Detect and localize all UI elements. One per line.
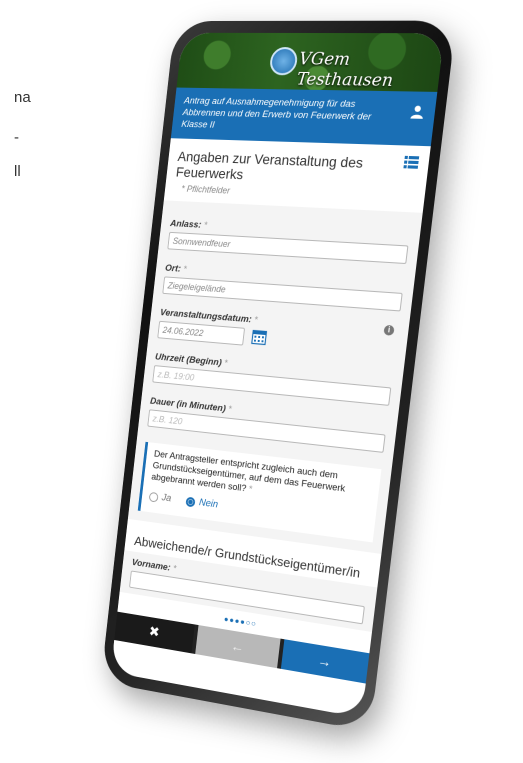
required-marker: * xyxy=(228,404,233,415)
radio-dot xyxy=(186,496,196,507)
radio-label: Ja xyxy=(161,492,172,504)
event-form: Anlass: * Sonnwendfeuer Ort: * Ziegeleig… xyxy=(128,200,423,553)
phone-frame: VGem Testhausen Antrag auf Ausnahmegeneh… xyxy=(101,21,457,732)
arrow-left-icon: ← xyxy=(230,637,245,655)
close-icon: ✖ xyxy=(148,623,160,641)
radio-nein[interactable]: Nein xyxy=(186,496,219,511)
required-marker: * xyxy=(172,563,177,574)
list-icon[interactable] xyxy=(403,156,419,169)
required-marker: * xyxy=(203,220,208,231)
field-datum: Veranstaltungsdatum: * i 24.06.2022 xyxy=(157,307,398,358)
background-text-line: ll xyxy=(14,160,21,183)
required-marker: * xyxy=(183,264,188,275)
municipality-logo-icon xyxy=(269,47,299,75)
background-text-line: - xyxy=(14,126,19,149)
calendar-icon[interactable] xyxy=(251,328,268,345)
radio-dot xyxy=(149,491,159,502)
phone-mockup: VGem Testhausen Antrag auf Ausnahmegeneh… xyxy=(30,0,523,763)
field-label: Anlass: xyxy=(170,218,202,230)
field-ort: Ort: * Ziegeleigelände xyxy=(162,263,404,312)
field-uhrzeit: Uhrzeit (Beginn) * z.B. 19:00 xyxy=(152,352,393,406)
app-banner: VGem Testhausen xyxy=(177,33,445,92)
field-anlass: Anlass: * Sonnwendfeuer xyxy=(167,218,410,264)
user-icon[interactable] xyxy=(409,104,425,119)
required-marker: * xyxy=(223,358,228,369)
radio-ja[interactable]: Ja xyxy=(149,491,172,504)
field-label: Ort: xyxy=(165,263,182,275)
required-marker: * xyxy=(248,484,253,495)
required-marker: * xyxy=(253,315,258,326)
field-dauer: Dauer (in Minuten) * z.B. 120 xyxy=(147,396,387,453)
radio-label: Nein xyxy=(198,497,218,510)
background-text-line: na xyxy=(14,86,31,109)
arrow-right-icon: → xyxy=(317,651,333,669)
phone-screen: VGem Testhausen Antrag auf Ausnahmegeneh… xyxy=(111,33,445,718)
form-title: Antrag auf Ausnahmegenehmigung für das A… xyxy=(181,96,372,131)
brand-title: VGem Testhausen xyxy=(296,49,443,92)
header-bar: Antrag auf Ausnahmegenehmigung für das A… xyxy=(171,88,438,147)
datum-input[interactable]: 24.06.2022 xyxy=(157,321,245,346)
